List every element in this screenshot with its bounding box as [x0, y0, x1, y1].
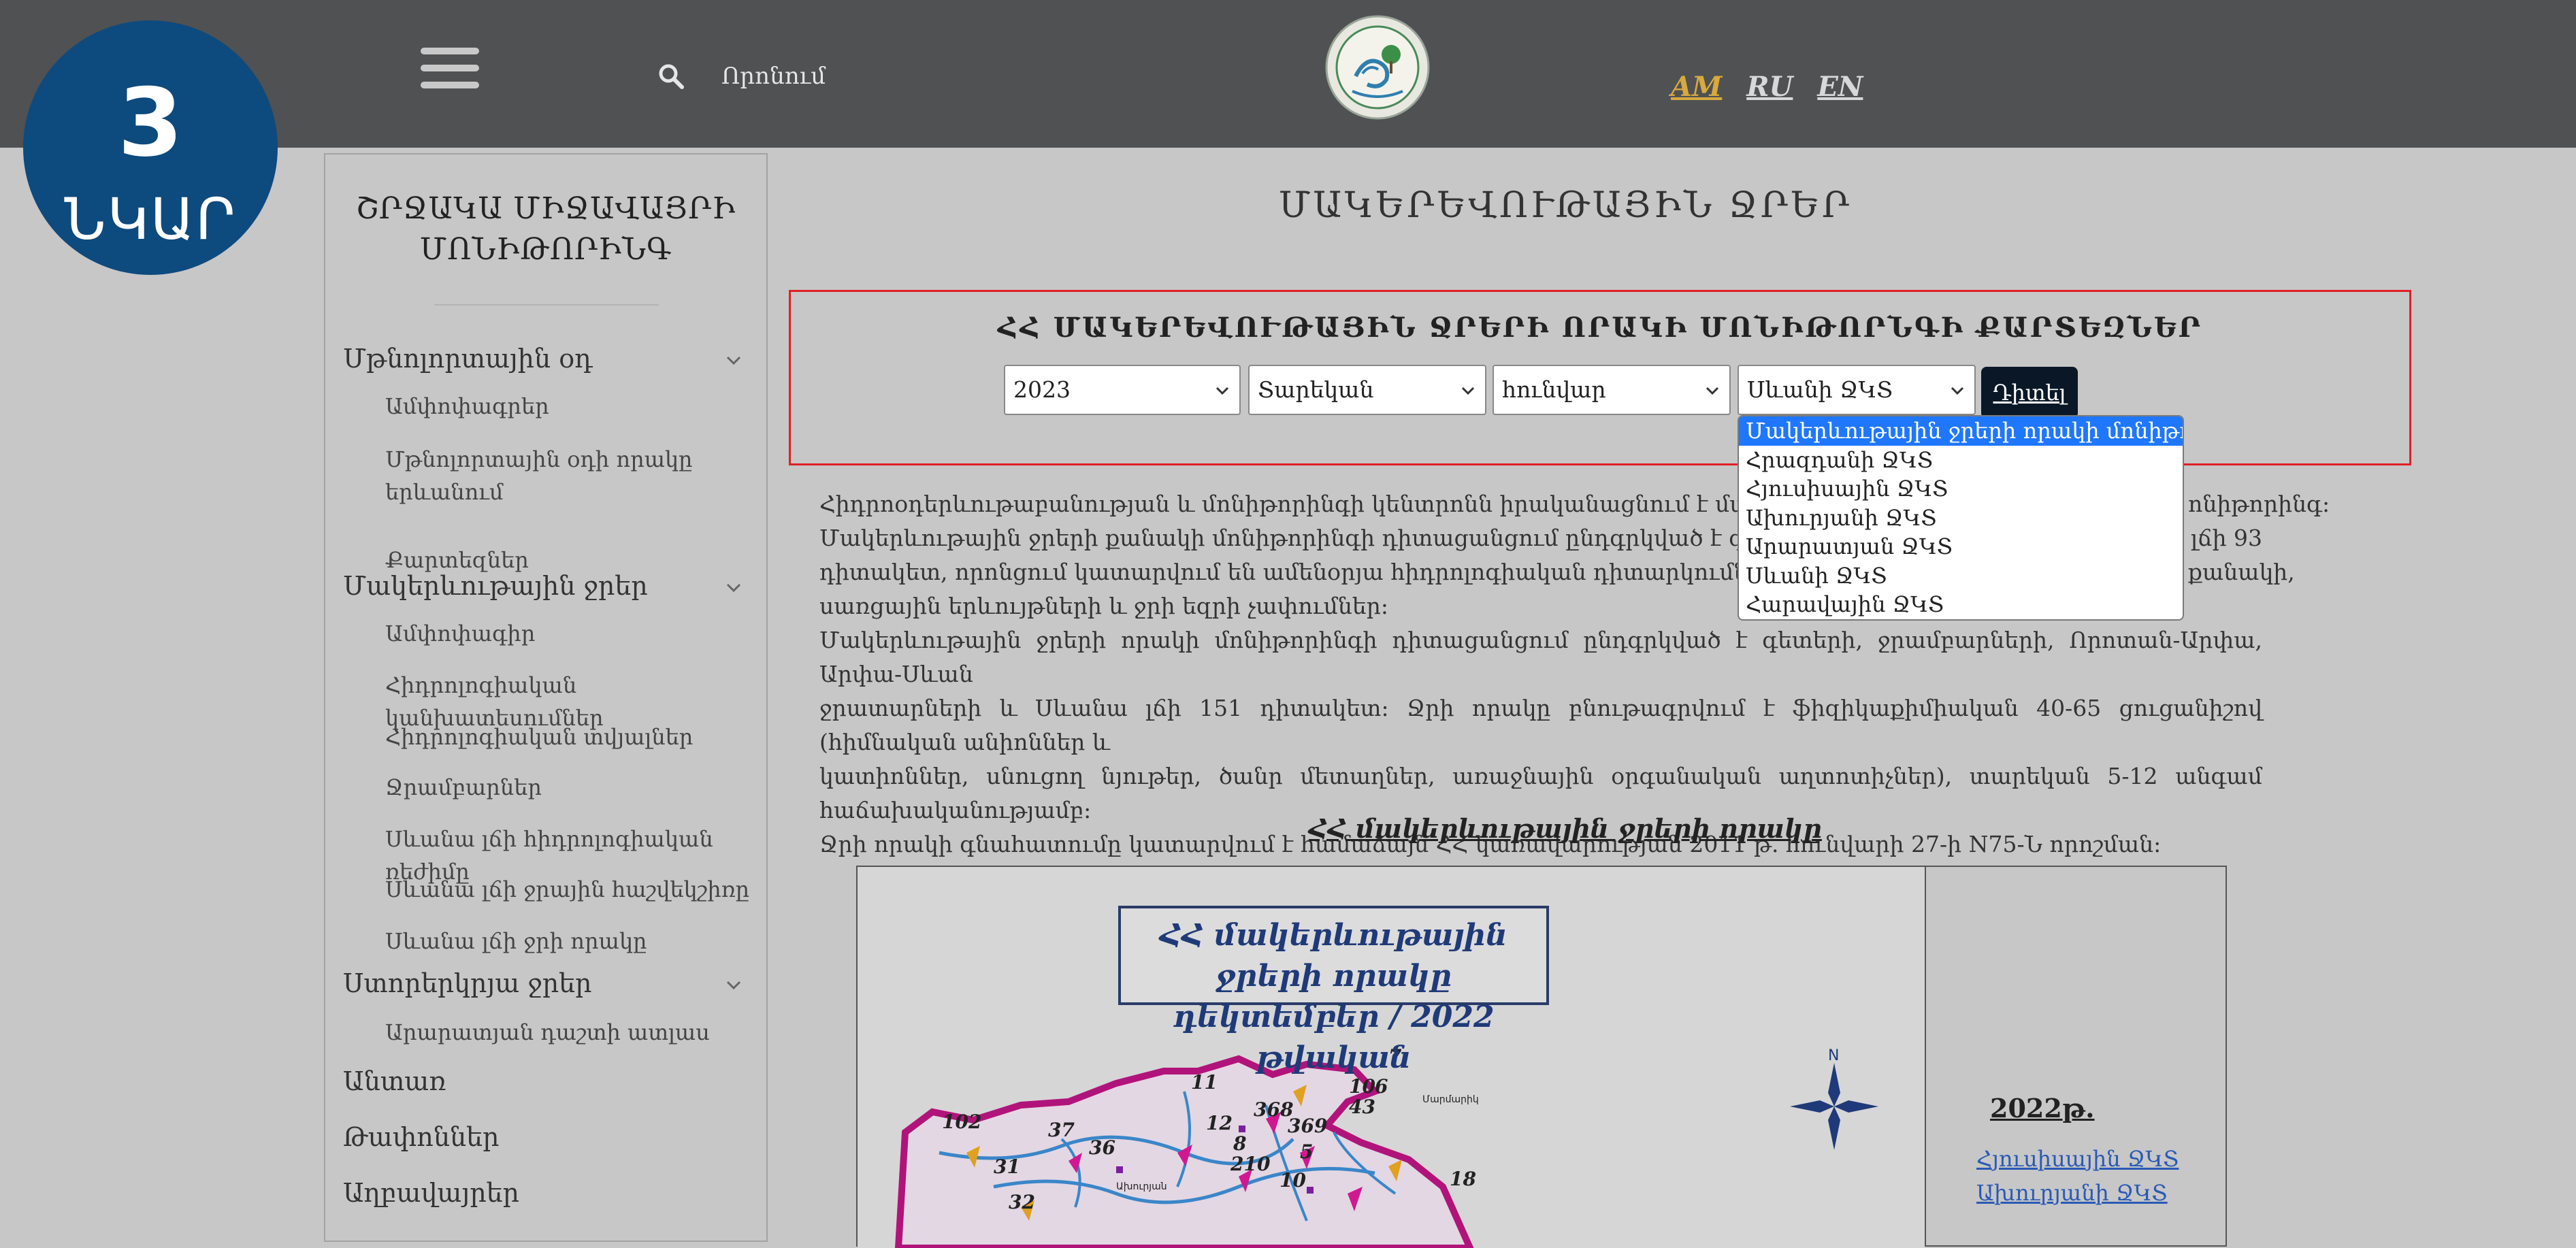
dropdown-option[interactable]: Սևանի ՋԿՏ: [1739, 561, 2183, 591]
site-logo[interactable]: [1325, 15, 1430, 120]
sidebar-title-line1: ՇՐՋԱԿԱ ՄԻՋԱՎԱՅՐԻ: [355, 191, 736, 226]
basin-dropdown-list: Մակերևութային ջրերի որակի մոնիթորնգ Հրազ…: [1738, 415, 2184, 621]
paragraph-line: Մակերևութային ջրերի որակի մոնիթորինգի դի…: [819, 627, 2262, 687]
basin-link[interactable]: Ախուրյանի ՋԿՏ: [1976, 1180, 2168, 1206]
sidebar-subitem[interactable]: Ջրամբարներ: [385, 771, 542, 804]
basin-select-value: Սևանի ՋԿՏ: [1747, 376, 1893, 403]
chevron-down-icon[interactable]: [725, 352, 742, 368]
map-caption-line2: դեկտեմբեր / 2022 թվական: [1173, 1000, 1495, 1075]
dropdown-option[interactable]: Արարատյան ՋԿՏ: [1739, 532, 2183, 561]
map-point-label: 210: [1230, 1153, 1271, 1175]
sidebar: ՇՐՋԱԿԱ ՄԻՋԱՎԱՅՐԻ ՄՈՆԻԹՈՐԻՆԳ Մթնոլորտային…: [324, 153, 768, 1242]
search-icon[interactable]: [657, 63, 685, 90]
chevron-down-icon: [1461, 387, 1475, 395]
map-point-label: 8: [1233, 1132, 1246, 1155]
chevron-down-icon[interactable]: [725, 976, 742, 993]
map-point-label: 369: [1288, 1115, 1327, 1137]
dropdown-option[interactable]: Հրազդանի ՋԿՏ: [1739, 446, 2183, 475]
badge-number: 3: [117, 68, 184, 178]
map-point-label: 37: [1048, 1119, 1075, 1141]
sidebar-item-atmospheric-air[interactable]: Մթնոլորտային օդ: [343, 344, 593, 374]
month-select[interactable]: հունվար: [1493, 365, 1731, 415]
compass-icon: N: [1790, 1047, 1878, 1150]
sidebar-subitem-line: երևանում: [385, 479, 504, 505]
dropdown-option[interactable]: Մակերևութային ջրերի որակի մոնիթորնգ: [1739, 416, 2183, 446]
sidebar-subitem[interactable]: Արարատյան դաշտի ատլաս: [385, 1016, 710, 1049]
map-place-label: Ախուրյան: [1116, 1181, 1167, 1192]
map-point-label: 10: [1279, 1169, 1306, 1192]
chevron-down-icon: [1706, 387, 1719, 395]
sidebar-subitem-line: Մթնոլորտային օդի որակը: [385, 446, 693, 472]
page-title: ՄԱԿԵՐԵՎՈՒԹԱՅԻՆ ՋՐԵՐ: [1278, 185, 1853, 226]
lang-am-link[interactable]: AM: [1671, 71, 1722, 103]
language-switcher: AM RU EN: [1671, 71, 1878, 103]
paragraph-tail: քանակի,: [2188, 559, 2295, 585]
dropdown-option[interactable]: Հարավային ՋԿՏ: [1739, 590, 2183, 619]
badge-word: ՆԿԱՐ: [64, 186, 237, 252]
chevron-down-icon[interactable]: [725, 579, 742, 595]
paragraph-tail: լճի 93: [2190, 525, 2262, 551]
map-point-label: 36: [1089, 1136, 1115, 1159]
map-point-label: 43: [1349, 1096, 1375, 1118]
dropdown-option[interactable]: Հյուսիսային ՋԿՏ: [1739, 474, 2183, 504]
compass-north-label: N: [1828, 1047, 1839, 1064]
sidebar-item-forest[interactable]: Անտառ: [343, 1066, 446, 1096]
map-caption-line1: ՀՀ մակերևութային ջրերի որակը: [1160, 918, 1507, 994]
year-heading: 2022թ.: [1990, 1093, 2095, 1123]
menu-icon[interactable]: [421, 48, 479, 88]
period-select[interactable]: Տարեկան: [1248, 365, 1486, 415]
map-place-label: Մարմարիկ: [1422, 1094, 1479, 1105]
sidebar-subitem[interactable]: Ամփոփագրեր: [385, 390, 549, 423]
basin-select[interactable]: Սևանի ՋԿՏ: [1738, 365, 1976, 415]
paragraph-line-tails: ոնիթորինգ: լճի 93 քանակի,: [2188, 487, 2330, 589]
map-point-label: 32: [1009, 1191, 1035, 1213]
sidebar-divider: [434, 304, 659, 306]
figure-number-badge: 3 ՆԿԱՐ: [23, 20, 278, 275]
paragraph-line: ջրատարների և Սևանա լճի 151 դիտակետ: Ջրի …: [819, 695, 2262, 755]
sidebar-title: ՇՐՋԱԿԱ ՄԻՋԱՎԱՅՐԻ ՄՈՆԻԹՈՐԻՆԳ: [325, 188, 766, 270]
paragraph-tail: ոնիթորինգ:: [2188, 491, 2330, 517]
top-navigation-bar: Որոնում AM RU EN: [0, 0, 2576, 148]
map-heading: ՀՀ մակերևութային ջրերի որակը: [1309, 813, 1822, 844]
month-select-value: հունվար: [1502, 376, 1606, 403]
year-select[interactable]: 2023: [1004, 365, 1241, 415]
sidebar-subitem[interactable]: Սևանա լճի ջրային հաշվեկշիռը: [385, 873, 749, 906]
chevron-down-icon: [1216, 387, 1229, 395]
sidebar-item-waste[interactable]: Թափոններ: [343, 1122, 499, 1152]
map-point-label: 102: [942, 1111, 981, 1133]
sidebar-subitem[interactable]: Մթնոլորտային օդի որակը երևանում: [385, 443, 692, 508]
sidebar-subitem[interactable]: Ամփոփագիր: [385, 617, 535, 650]
sidebar-title-line2: ՄՈՆԻԹՈՐԻՆԳ: [419, 232, 672, 267]
chevron-down-icon: [1951, 387, 1964, 395]
basin-link[interactable]: Հյուսիսային ՋԿՏ: [1976, 1146, 2179, 1172]
sidebar-subitem[interactable]: Հիդրոլոգիական տվյալներ: [385, 721, 693, 753]
map-point-label: 31: [994, 1155, 1020, 1178]
map-table: 7 11 6 10 43 37 12 36 368 369 8 210 5 10…: [856, 866, 2227, 1248]
lang-ru-link[interactable]: RU: [1746, 71, 1793, 103]
map-point-label: 12: [1206, 1112, 1233, 1134]
sidebar-item-landfills[interactable]: Աղբավայրեր: [343, 1178, 519, 1208]
map-point-label: 18: [1450, 1168, 1476, 1190]
search-label[interactable]: Որոնում: [721, 63, 826, 90]
period-select-value: Տարեկան: [1258, 376, 1374, 403]
sidebar-subitem[interactable]: Սևանա լճի ջրի որակը: [385, 925, 647, 957]
map-caption: ՀՀ մակերևութային ջրերի որակը դեկտեմբեր /…: [1118, 906, 1549, 1075]
year-select-value: 2023: [1013, 376, 1071, 403]
map-point-label: 5: [1300, 1140, 1313, 1163]
table-divider: [1925, 867, 1926, 1245]
dropdown-option[interactable]: Ախուրյանի ՋԿՏ: [1739, 504, 2183, 533]
sidebar-item-groundwaters[interactable]: Ստորերկրյա ջրեր: [343, 968, 592, 998]
view-button[interactable]: Դիտել: [1981, 367, 2078, 418]
lang-en-link[interactable]: EN: [1817, 71, 1863, 103]
sidebar-item-surface-waters[interactable]: Մակերևութային ջրեր: [343, 571, 648, 601]
water-quality-map[interactable]: 7 11 6 10 43 37 12 36 368 369 8 210 5 10…: [858, 867, 1925, 1248]
filter-panel-title: ՀՀ ՄԱԿԵՐԵՎՈՒԹԱՅԻՆ ՋՐԵՐԻ ՈՐԱԿԻ ՄՈՆԻԹՈՐՆԳԻ…: [997, 312, 2203, 344]
